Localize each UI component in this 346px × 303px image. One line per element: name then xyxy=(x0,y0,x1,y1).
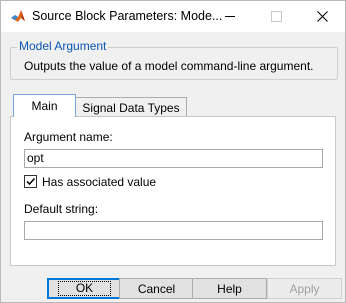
default-string-label: Default string: xyxy=(24,202,99,216)
argument-name-field[interactable]: opt xyxy=(24,149,323,168)
default-string-field[interactable] xyxy=(24,221,323,240)
cancel-button[interactable]: Cancel xyxy=(119,278,194,299)
close-button[interactable] xyxy=(299,1,345,32)
matlab-icon xyxy=(11,10,25,22)
main-tab-panel: Argument name: opt Has associated value … xyxy=(10,116,336,266)
close-icon xyxy=(316,11,328,22)
group-description: Outputs the value of a model command-lin… xyxy=(24,59,314,73)
has-associated-value-checkbox[interactable] xyxy=(24,175,37,188)
ok-button[interactable]: OK xyxy=(47,278,122,299)
tab-main-label: Main xyxy=(31,99,58,113)
apply-button-label: Apply xyxy=(289,281,320,296)
cancel-button-label: Cancel xyxy=(137,281,176,296)
group-legend: Model Argument xyxy=(17,39,109,53)
has-associated-value-label[interactable]: Has associated value xyxy=(42,175,156,189)
tab-signal-data-types-label: Signal Data Types xyxy=(82,101,180,115)
minimize-icon xyxy=(225,16,235,17)
dialog-window: Source Block Parameters: Mode... Model A… xyxy=(0,0,346,303)
maximize-icon xyxy=(270,11,282,22)
model-argument-group: Model Argument Outputs the value of a mo… xyxy=(10,39,338,80)
dialog-body: Model Argument Outputs the value of a mo… xyxy=(1,32,345,302)
tab-main[interactable]: Main xyxy=(13,94,76,117)
help-button-label: Help xyxy=(217,281,242,296)
title-bar[interactable]: Source Block Parameters: Mode... xyxy=(1,1,345,32)
argument-name-label: Argument name: xyxy=(24,130,113,144)
minimize-button[interactable] xyxy=(207,1,253,32)
checkmark-icon xyxy=(26,177,36,186)
help-button[interactable]: Help xyxy=(192,278,267,299)
apply-button: Apply xyxy=(267,278,342,299)
ok-button-label: OK xyxy=(57,281,112,296)
window-title: Source Block Parameters: Mode... xyxy=(32,9,223,23)
maximize-button xyxy=(253,1,299,32)
tab-signal-data-types[interactable]: Signal Data Types xyxy=(75,97,187,118)
